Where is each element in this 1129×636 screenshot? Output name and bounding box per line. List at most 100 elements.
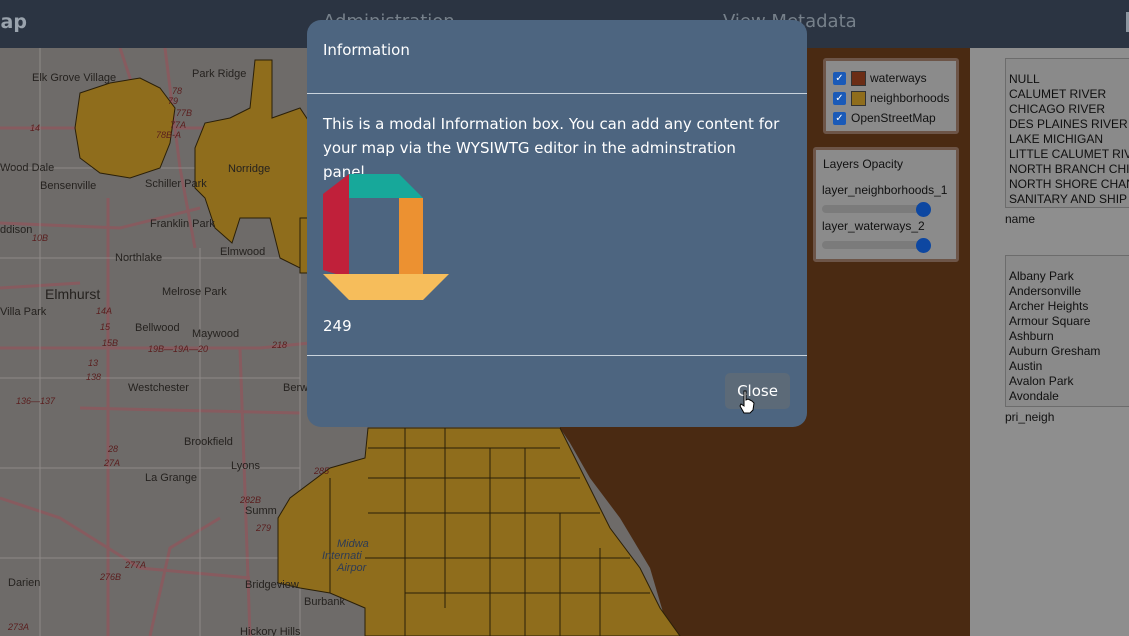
highway-line [79, 406, 301, 415]
map-label-villa-park: Villa Park [0, 306, 47, 318]
route-label: 218 [272, 340, 288, 350]
layer-label-openstreetmap: OpenStreetMap [851, 111, 936, 125]
map-label-addison: ddison [0, 224, 33, 236]
layer-label-neighborhoods: neighborhoods [870, 91, 950, 105]
map-label-elk-grove: Elk Grove Village [32, 72, 117, 84]
map-label-franklin-park: Franklin Park [150, 218, 215, 230]
list-item[interactable]: Avondale [1006, 389, 1129, 404]
route-label: 28 [108, 444, 119, 454]
list-item[interactable]: Andersonville [1006, 284, 1129, 299]
swatch-neighborhoods [851, 90, 866, 106]
opacity-control: Layers Opacity layer_neighborhoods_1 lay… [813, 147, 959, 262]
modal-title: Information [323, 41, 410, 59]
name-caption: name [1005, 212, 1036, 226]
opacity-label-waterways: layer_waterways_2 [822, 219, 925, 233]
map-label-midway-3: Airpor [337, 562, 367, 574]
list-item[interactable]: NORTH SHORE CHAN [1006, 177, 1129, 192]
list-item[interactable]: LITTLE CALUMET RIV [1006, 147, 1129, 162]
modal-value: 249 [323, 317, 352, 335]
map-label-hickory-hills: Hickory Hills [240, 626, 301, 636]
map-label-burbank: Burbank [304, 596, 345, 608]
route-label: 77A [170, 120, 187, 130]
map-label-melrose-park: Melrose Park [162, 286, 227, 298]
route-label: 15B [102, 338, 119, 348]
map-label-norridge: Norridge [228, 163, 271, 175]
route-label: 138 [86, 372, 102, 382]
list-item[interactable]: Auburn Gresham [1006, 344, 1129, 359]
name-select[interactable]: NULL CALUMET RIVER CHICAGO RIVER DES PLA… [1005, 58, 1129, 208]
map-label-elmwood: Elmwood [220, 246, 266, 258]
map-label-midway-1: Midwa [337, 538, 369, 550]
slider-thumb[interactable] [916, 238, 931, 253]
list-item[interactable]: Armour Square [1006, 314, 1129, 329]
list-item[interactable]: LAKE MICHIGAN [1006, 132, 1129, 147]
layer-label-waterways: waterways [870, 71, 927, 85]
list-item[interactable]: SANITARY AND SHIP [1006, 192, 1129, 207]
route-label: 13 [88, 358, 99, 368]
brand-title[interactable]: lap [0, 11, 27, 33]
map-label-elmhurst: Elmhurst [45, 286, 101, 302]
map-label-park-ridge: Park Ridge [192, 68, 247, 80]
list-item[interactable]: Archer Heights [1006, 299, 1129, 314]
route-label: 78B-A [156, 130, 182, 140]
map-label-lyons: Lyons [231, 460, 260, 472]
route-label: 27A [104, 458, 121, 468]
opacity-label-neighborhoods: layer_neighborhoods_1 [822, 183, 948, 197]
app-root: lap Administration View Metadata [0, 0, 1129, 636]
close-button[interactable]: Close [725, 373, 790, 409]
route-label: 282B [240, 495, 262, 505]
highway-line [148, 516, 221, 636]
route-label: 273A [8, 622, 30, 632]
list-item[interactable]: Austin [1006, 359, 1129, 374]
list-item[interactable]: NULL [1006, 72, 1129, 87]
route-label: 277A [125, 560, 147, 570]
list-item[interactable]: CALUMET RIVER [1006, 87, 1129, 102]
map-label-maywood: Maywood [192, 328, 240, 340]
route-label: 15 [100, 322, 111, 332]
route-label: 19B—19A—20 [148, 344, 209, 354]
list-item[interactable]: Avalon Park [1006, 374, 1129, 389]
list-item[interactable]: Albany Park [1006, 269, 1129, 284]
filter-panel: NULL CALUMET RIVER CHICAGO RIVER DES PLA… [970, 48, 1129, 636]
modal-header-divider [307, 93, 807, 94]
checkbox-openstreetmap[interactable]: ✓ [833, 111, 846, 125]
swatch-waterways [851, 70, 866, 86]
checkbox-neighborhoods[interactable]: ✓ [833, 91, 846, 105]
map-label-wood-dale: Wood Dale [0, 162, 55, 174]
route-label: 79 [168, 96, 179, 106]
pri-neigh-select[interactable]: Albany Park Andersonville Archer Heights… [1005, 255, 1129, 407]
layer-row-waterways[interactable]: ✓ waterways [833, 68, 956, 88]
route-label: 279 [256, 523, 272, 533]
checkbox-waterways[interactable]: ✓ [833, 71, 846, 85]
route-label: 14A [96, 306, 113, 316]
slider-thumb[interactable] [916, 202, 931, 217]
layer-row-neighborhoods[interactable]: ✓ neighborhoods [833, 88, 956, 108]
layer-row-openstreetmap[interactable]: ✓ OpenStreetMap [833, 108, 956, 128]
list-item[interactable]: DES PLAINES RIVER [1006, 117, 1129, 132]
list-item[interactable]: CHICAGO RIVER [1006, 102, 1129, 117]
information-modal: Information This is a modal Information … [307, 20, 807, 427]
modal-footer-divider [307, 355, 807, 356]
layer-control: ✓ waterways ✓ neighborhoods ✓ OpenStreet… [823, 58, 959, 134]
hand-cursor-icon [739, 390, 755, 414]
route-label: 14 [30, 123, 41, 133]
map-label-bellwood: Bellwood [135, 322, 180, 334]
neighborhood-ohare [74, 77, 176, 179]
route-label: 78 [172, 86, 183, 96]
map-label-midway-2: Internati [322, 550, 362, 562]
list-item[interactable]: Ashburn [1006, 329, 1129, 344]
app-logo [323, 174, 449, 300]
opacity-slider-neighborhoods[interactable] [822, 202, 931, 217]
map-label-northlake: Northlake [115, 252, 163, 264]
map-label-bridgeview: Bridgeview [245, 579, 299, 591]
route-label: 136—137 [16, 396, 56, 406]
route-label: 276B [100, 572, 122, 582]
route-label: 77B [176, 108, 193, 118]
pri-neigh-caption: pri_neigh [1005, 410, 1055, 424]
highway-line [238, 347, 252, 636]
list-item[interactable]: NORTH BRANCH CHI [1006, 162, 1129, 177]
map-label-summit: Summ [245, 505, 277, 517]
opacity-title: Layers Opacity [823, 157, 904, 171]
map-label-bensenville: Bensenville [40, 180, 97, 192]
opacity-slider-waterways[interactable] [822, 238, 931, 253]
